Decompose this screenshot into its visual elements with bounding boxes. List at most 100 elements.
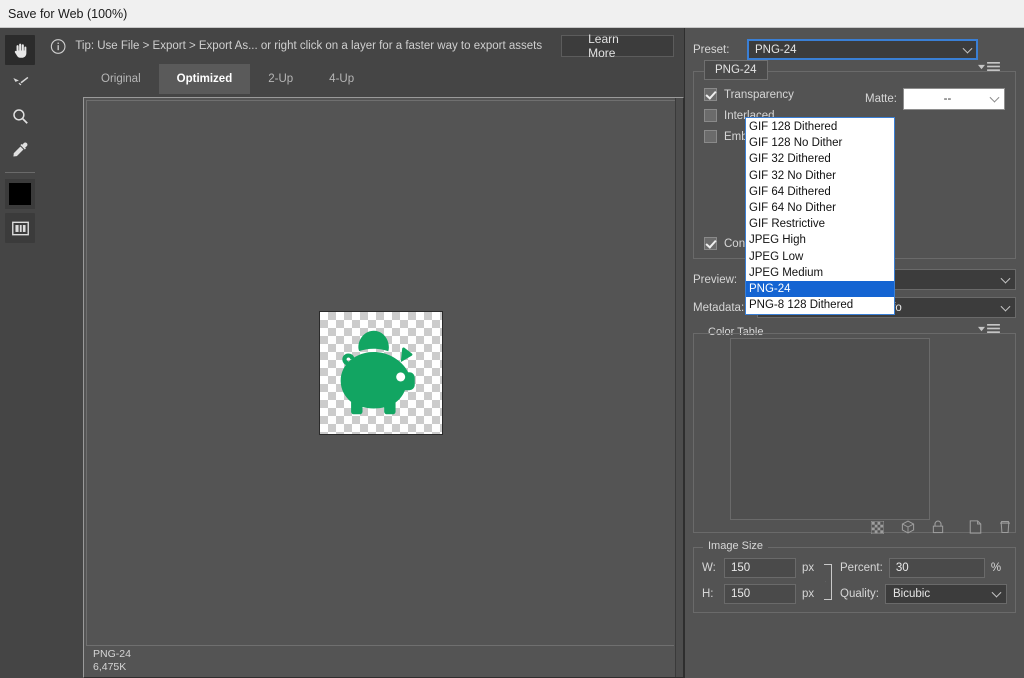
image-size-body: W: 150 px H: 150 px Percent: 30 % Qualit… [693, 547, 1016, 613]
lock-icon[interactable] [932, 520, 944, 534]
preview-tabs: Original Optimized 2-Up 4-Up [40, 64, 684, 94]
matte-value: -- [943, 93, 952, 105]
zoom-tool[interactable] [5, 101, 35, 131]
quality-value: Bicubic [893, 588, 931, 600]
width-row: W: 150 px [702, 558, 814, 578]
window-title-bar: Save for Web (100%) [0, 0, 1024, 28]
metadata-label: Metadata: [693, 301, 745, 314]
canvas-wrapper: PNG-24 6,475K [40, 94, 684, 678]
preset-option[interactable]: GIF 32 Dithered [746, 151, 894, 167]
preset-option[interactable]: GIF 64 No Dither [746, 200, 894, 216]
foreground-color-swatch[interactable] [5, 179, 35, 209]
chevron-down-icon [1000, 301, 1011, 312]
color-table-group: Color Table [693, 324, 1016, 534]
slices-visibility-icon [11, 221, 29, 235]
tab-original[interactable]: Original [83, 64, 159, 94]
image-size-group: Image Size W: 150 px H: 150 px Percent: … [693, 540, 1016, 613]
constrain-proportions-bracket [822, 561, 834, 601]
embed-color-profile-checkbox[interactable] [704, 130, 717, 143]
toolbar-divider [5, 172, 35, 173]
preview-label: Preview: [693, 273, 738, 286]
file-format-select[interactable]: PNG-24 [704, 60, 768, 80]
tab-2up[interactable]: 2-Up [250, 64, 311, 94]
convert-to-srgb-checkbox[interactable] [704, 237, 717, 250]
interlaced-checkbox[interactable] [704, 109, 717, 122]
color-table-footer-icons [871, 520, 1011, 534]
eyedropper-tool[interactable] [5, 134, 35, 164]
magnifier-icon [12, 108, 28, 124]
preset-label: Preset: [693, 43, 730, 56]
canvas-frame: PNG-24 6,475K [83, 97, 684, 678]
eyedropper-icon [12, 141, 27, 157]
quality-label: Quality: [840, 588, 879, 600]
hand-icon [14, 43, 26, 58]
foreground-color-chip [9, 183, 31, 205]
preset-option[interactable]: GIF 64 Dithered [746, 184, 894, 200]
learn-more-button[interactable]: Learn More [561, 32, 674, 60]
preset-dropdown-list[interactable]: GIF 128 Dithered GIF 128 No Dither GIF 32 … [745, 117, 895, 316]
tab-4up[interactable]: 4-Up [311, 64, 372, 94]
preset-option[interactable]: JPEG Medium [746, 265, 894, 281]
tip-text: Tip: Use File > Export > Export As... or… [75, 40, 543, 52]
quality-select[interactable]: Bicubic [885, 584, 1007, 604]
quality-row: Quality: Bicubic [840, 584, 1007, 604]
preset-option[interactable]: PNG-8 128 Dithered [746, 297, 894, 313]
percent-label: Percent: [840, 562, 883, 574]
width-value: 150 [731, 562, 751, 574]
panel-menu-caret-icon [978, 326, 985, 332]
preset-option[interactable]: GIF 128 No Dither [746, 135, 894, 151]
matte-row: Matte: -- [865, 88, 1005, 110]
web-safe-cube-icon[interactable] [901, 520, 915, 534]
width-unit: px [802, 562, 815, 574]
height-unit: px [802, 588, 815, 600]
info-icon [50, 38, 66, 54]
matte-select[interactable]: -- [902, 88, 1005, 110]
percent-row: Percent: 30 % [840, 558, 1007, 578]
panel-menu-caret-icon [978, 64, 985, 70]
preset-option[interactable]: PNG-24 [746, 280, 894, 298]
canvas-vertical-scrollbar[interactable] [675, 98, 683, 677]
image-size-fields: W: 150 px H: 150 px Percent: 30 % Qualit… [702, 558, 1007, 604]
tab-optimized[interactable]: Optimized [158, 64, 251, 94]
transparency-checkbox[interactable] [704, 88, 717, 101]
percent-input[interactable]: 30 [888, 558, 985, 578]
transparency-icon[interactable] [871, 520, 884, 534]
image-canvas[interactable] [86, 100, 675, 645]
preset-row: Preset: PNG-24 [693, 28, 1016, 60]
image-size-title: Image Size [703, 540, 769, 552]
height-value: 150 [731, 588, 751, 600]
height-label: H: [702, 588, 714, 600]
preview-area: Tip: Use File > Export > Export As... or… [40, 28, 684, 678]
preset-option[interactable]: JPEG High [746, 232, 894, 248]
transparency-label: Transparency [724, 88, 794, 101]
matte-label: Matte: [865, 93, 897, 105]
preset-option[interactable]: GIF 128 Dithered [746, 119, 894, 135]
optimized-image-preview [319, 311, 443, 435]
preset-option[interactable]: JPEG Low [746, 249, 894, 265]
preset-select[interactable]: PNG-24 [747, 39, 978, 60]
tip-bar: Tip: Use File > Export > Export As... or… [40, 28, 684, 64]
preset-select-value: PNG-24 [755, 43, 797, 56]
piggy-bank-image [340, 330, 415, 415]
color-table-body [693, 333, 1016, 534]
width-label: W: [702, 562, 716, 574]
preset-option[interactable]: GIF Restrictive [746, 216, 894, 232]
transparency-checkbox-row[interactable]: Transparency [704, 88, 855, 101]
percent-value: 30 [895, 562, 909, 574]
height-input[interactable]: 150 [724, 584, 796, 604]
delete-color-icon[interactable] [999, 520, 1011, 534]
chevron-down-icon [1000, 273, 1011, 284]
tool-palette [0, 28, 40, 678]
hand-tool[interactable] [5, 35, 35, 65]
toggle-slices-visibility-button[interactable] [5, 213, 35, 243]
slice-select-tool[interactable] [5, 68, 35, 98]
preset-option[interactable]: GIF 32 No Dither [746, 168, 894, 184]
width-input[interactable]: 150 [724, 558, 796, 578]
chevron-down-icon [991, 587, 1002, 598]
new-color-icon[interactable] [969, 520, 982, 534]
optimized-format: PNG-24 [93, 648, 131, 660]
save-for-web-dialog: Tip: Use File > Export > Export As... or… [0, 28, 1024, 678]
height-row: H: 150 px [702, 584, 814, 604]
color-table-swatch-well[interactable] [730, 338, 930, 520]
window-title: Save for Web (100%) [8, 6, 128, 21]
